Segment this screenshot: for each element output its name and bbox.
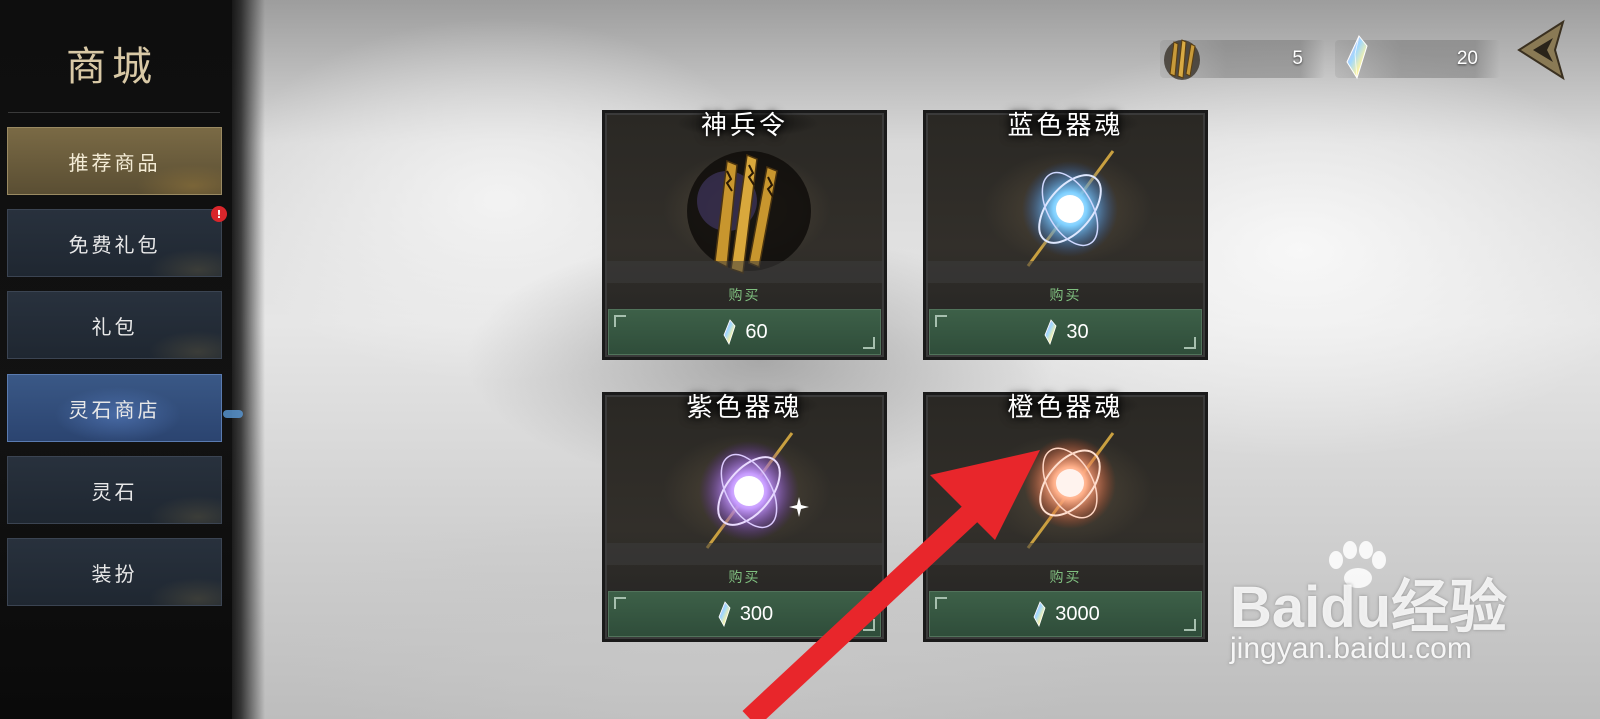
- corner-decor: [1184, 619, 1196, 631]
- crystal-icon: [1044, 319, 1057, 345]
- spirit-stone-count: 20: [1456, 48, 1478, 69]
- shop-sidebar: 商城 推荐商品 免费礼包 ! 礼包 灵石商店 灵石 装扮: [0, 0, 232, 719]
- buy-button[interactable]: 60: [608, 309, 881, 355]
- watermark: Baidu经验 jingyan.baidu.com: [1230, 540, 1530, 680]
- card-strip: [926, 261, 1205, 283]
- corner-decor: [614, 597, 626, 609]
- sidebar-divider: [8, 112, 220, 113]
- card-strip: [605, 261, 884, 283]
- sidebar-item-free-gift[interactable]: 免费礼包 !: [7, 206, 227, 277]
- notification-badge: !: [211, 206, 227, 222]
- watermark-url: jingyan.baidu.com: [1230, 632, 1472, 665]
- golden-token-icon: [1164, 39, 1200, 80]
- crystal-icon: [723, 319, 736, 345]
- sidebar-item-label: 礼包: [91, 314, 138, 339]
- product-card[interactable]: 蓝色器魂 购买 30: [923, 107, 1208, 360]
- price: 60: [745, 320, 768, 343]
- annotation-arrow: [742, 450, 1040, 719]
- sidebar-item-label: 灵石: [91, 479, 138, 504]
- product-card[interactable]: 神兵令 购买 60: [602, 107, 887, 360]
- blue-soul-art: [1022, 150, 1118, 267]
- token-counter: 5: [1160, 39, 1325, 80]
- corner-decor: [1184, 337, 1196, 349]
- sidebar-item-recommended[interactable]: 推荐商品: [7, 127, 222, 195]
- page-title: 商城: [66, 44, 158, 90]
- buy-label: 购买: [728, 288, 761, 304]
- sidebar-item-label: 免费礼包: [68, 232, 161, 257]
- sidebar-item-label: 推荐商品: [68, 150, 161, 175]
- buy-label: 购买: [1049, 288, 1082, 304]
- sidebar-item-gift-pack[interactable]: 礼包: [7, 291, 222, 359]
- sidebar-item-label: 装扮: [91, 561, 138, 586]
- crystal-icon: [1346, 35, 1368, 80]
- spirit-stone-counter: 20: [1335, 35, 1500, 80]
- buy-button[interactable]: 30: [929, 309, 1202, 355]
- sidebar-item-spirit-stone-shop[interactable]: 灵石商店: [7, 374, 222, 442]
- corner-decor: [935, 315, 947, 327]
- price: 3000: [1055, 602, 1100, 625]
- sidebar-item-spirit-stone[interactable]: 灵石: [7, 456, 222, 524]
- token-count: 5: [1292, 48, 1303, 69]
- price: 30: [1066, 320, 1089, 343]
- corner-decor: [863, 337, 875, 349]
- back-button[interactable]: [1513, 18, 1569, 82]
- sidebar-item-label: 灵石商店: [68, 397, 161, 422]
- corner-decor: [614, 315, 626, 327]
- token-art: [687, 151, 811, 275]
- sidebar-item-outfit[interactable]: 装扮: [7, 538, 222, 606]
- selection-indicator: [223, 410, 243, 418]
